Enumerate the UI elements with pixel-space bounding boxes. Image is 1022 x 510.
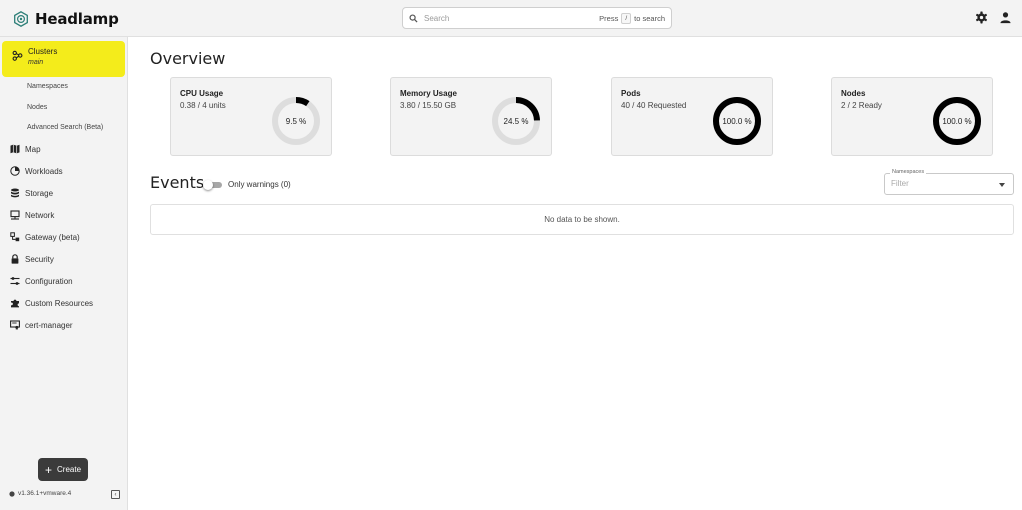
network-icon bbox=[10, 210, 20, 220]
sidebar-item-label: Configuration bbox=[25, 276, 73, 286]
donut-percent-label: 100.0 % bbox=[722, 117, 751, 126]
pods-donut: 100.0 % bbox=[713, 97, 761, 145]
sidebar-item-gateway[interactable]: Gateway (beta) bbox=[10, 230, 80, 244]
top-actions bbox=[975, 11, 1012, 24]
sidebar-item-cert-manager[interactable]: cert-manager bbox=[10, 318, 73, 332]
sidebar: Clusters main Namespaces Nodes Advanced … bbox=[0, 37, 128, 510]
puzzle-icon bbox=[11, 299, 19, 308]
configuration-icon bbox=[10, 277, 20, 285]
clusters-label: Clusters bbox=[28, 47, 58, 56]
search-shortcut-key: / bbox=[621, 12, 632, 24]
create-button-label: Create bbox=[57, 465, 82, 474]
search-shortcut-hint: Press / to search bbox=[599, 12, 665, 24]
nodes-donut: 100.0 % bbox=[933, 97, 981, 145]
cpu-usage-card: CPU Usage 0.38 / 4 units 9.5 % bbox=[170, 77, 332, 156]
main-content: Overview CPU Usage 0.38 / 4 units 9.5 % … bbox=[129, 37, 1022, 510]
sidebar-item-storage[interactable]: Storage bbox=[10, 186, 53, 200]
sidebar-item-namespaces[interactable]: Namespaces bbox=[27, 83, 68, 90]
user-icon[interactable] bbox=[999, 11, 1012, 24]
card-title: Memory Usage bbox=[400, 89, 457, 98]
card-subtitle: 0.38 / 4 units bbox=[180, 101, 226, 110]
sidebar-item-custom-resources[interactable]: Custom Resources bbox=[10, 296, 93, 310]
collapse-sidebar-button[interactable]: ‹ bbox=[111, 490, 120, 499]
namespaces-filter-input[interactable] bbox=[891, 179, 991, 188]
events-table: No data to be shown. bbox=[150, 204, 1014, 235]
top-bar: Headlamp Press / to search bbox=[0, 0, 1022, 37]
cpu-usage-donut: 9.5 % bbox=[272, 97, 320, 145]
memory-usage-card: Memory Usage 3.80 / 15.50 GB 24.5 % bbox=[390, 77, 552, 156]
search-hint-prefix: Press bbox=[599, 13, 619, 23]
nodes-card: Nodes 2 / 2 Ready 100.0 % bbox=[831, 77, 993, 156]
search-icon bbox=[409, 13, 418, 23]
card-subtitle: 40 / 40 Requested bbox=[621, 101, 687, 110]
sidebar-item-security[interactable]: Security bbox=[10, 252, 54, 266]
gateway-icon bbox=[10, 232, 20, 242]
sidebar-item-label: Gateway (beta) bbox=[25, 232, 80, 242]
sidebar-item-label: Security bbox=[25, 254, 54, 264]
search-hint-suffix: to search bbox=[634, 13, 665, 23]
card-title: Nodes bbox=[841, 89, 866, 98]
sidebar-item-network[interactable]: Network bbox=[10, 208, 54, 222]
toggle-thumb bbox=[203, 180, 213, 190]
card-title: CPU Usage bbox=[180, 89, 224, 98]
sidebar-item-advanced-search[interactable]: Advanced Search (Beta) bbox=[27, 124, 103, 131]
version-label: v1.36.1+vmware.4 bbox=[18, 490, 72, 497]
lock-icon bbox=[11, 254, 19, 264]
namespaces-filter-label: Namespaces bbox=[890, 169, 927, 175]
only-warnings-label: Only warnings (0) bbox=[228, 180, 291, 189]
sidebar-item-label: cert-manager bbox=[25, 320, 73, 330]
sidebar-item-map[interactable]: Map bbox=[10, 142, 41, 156]
card-title: Pods bbox=[621, 89, 641, 98]
settings-icon[interactable] bbox=[975, 11, 988, 24]
donut-percent-label: 24.5 % bbox=[504, 117, 529, 126]
donut-percent-label: 9.5 % bbox=[286, 117, 306, 126]
search-input[interactable] bbox=[424, 13, 584, 23]
sidebar-item-configuration[interactable]: Configuration bbox=[10, 274, 73, 288]
workloads-icon bbox=[10, 166, 20, 176]
headlamp-logo-icon bbox=[14, 11, 28, 27]
version-info: v1.36.1+vmware.4 bbox=[9, 490, 71, 497]
events-title: Events bbox=[150, 173, 205, 192]
sidebar-item-nodes[interactable]: Nodes bbox=[27, 104, 47, 111]
certificate-icon bbox=[10, 320, 20, 330]
sidebar-item-label: Network bbox=[25, 210, 55, 220]
app-name: Headlamp bbox=[35, 10, 119, 28]
sidebar-item-label: Workloads bbox=[25, 166, 63, 176]
brand[interactable]: Headlamp bbox=[13, 9, 119, 29]
memory-usage-donut: 24.5 % bbox=[492, 97, 540, 145]
only-warnings-toggle[interactable] bbox=[203, 180, 223, 190]
page-title: Overview bbox=[150, 49, 226, 68]
sidebar-item-clusters[interactable]: Clusters main bbox=[2, 41, 125, 77]
map-icon bbox=[10, 144, 20, 154]
version-icon bbox=[9, 490, 15, 497]
current-cluster-name: main bbox=[28, 59, 44, 66]
card-subtitle: 3.80 / 15.50 GB bbox=[400, 101, 457, 110]
search-bar[interactable]: Press / to search bbox=[402, 7, 672, 29]
cluster-icon bbox=[12, 50, 23, 61]
sidebar-item-label: Map bbox=[25, 144, 41, 154]
plus-icon: + bbox=[44, 462, 52, 477]
namespaces-filter[interactable]: Namespaces bbox=[884, 169, 1014, 195]
caret-down-icon[interactable] bbox=[999, 183, 1005, 187]
sidebar-item-workloads[interactable]: Workloads bbox=[10, 164, 63, 178]
sidebar-item-label: Storage bbox=[25, 188, 54, 198]
storage-icon bbox=[11, 188, 19, 198]
empty-state-text: No data to be shown. bbox=[544, 215, 620, 224]
pods-card: Pods 40 / 40 Requested 100.0 % bbox=[611, 77, 773, 156]
donut-percent-label: 100.0 % bbox=[942, 117, 971, 126]
create-button[interactable]: + Create bbox=[38, 458, 88, 481]
card-subtitle: 2 / 2 Ready bbox=[841, 101, 882, 110]
chevron-left-icon: ‹ bbox=[114, 491, 117, 498]
sidebar-item-label: Custom Resources bbox=[25, 298, 94, 308]
